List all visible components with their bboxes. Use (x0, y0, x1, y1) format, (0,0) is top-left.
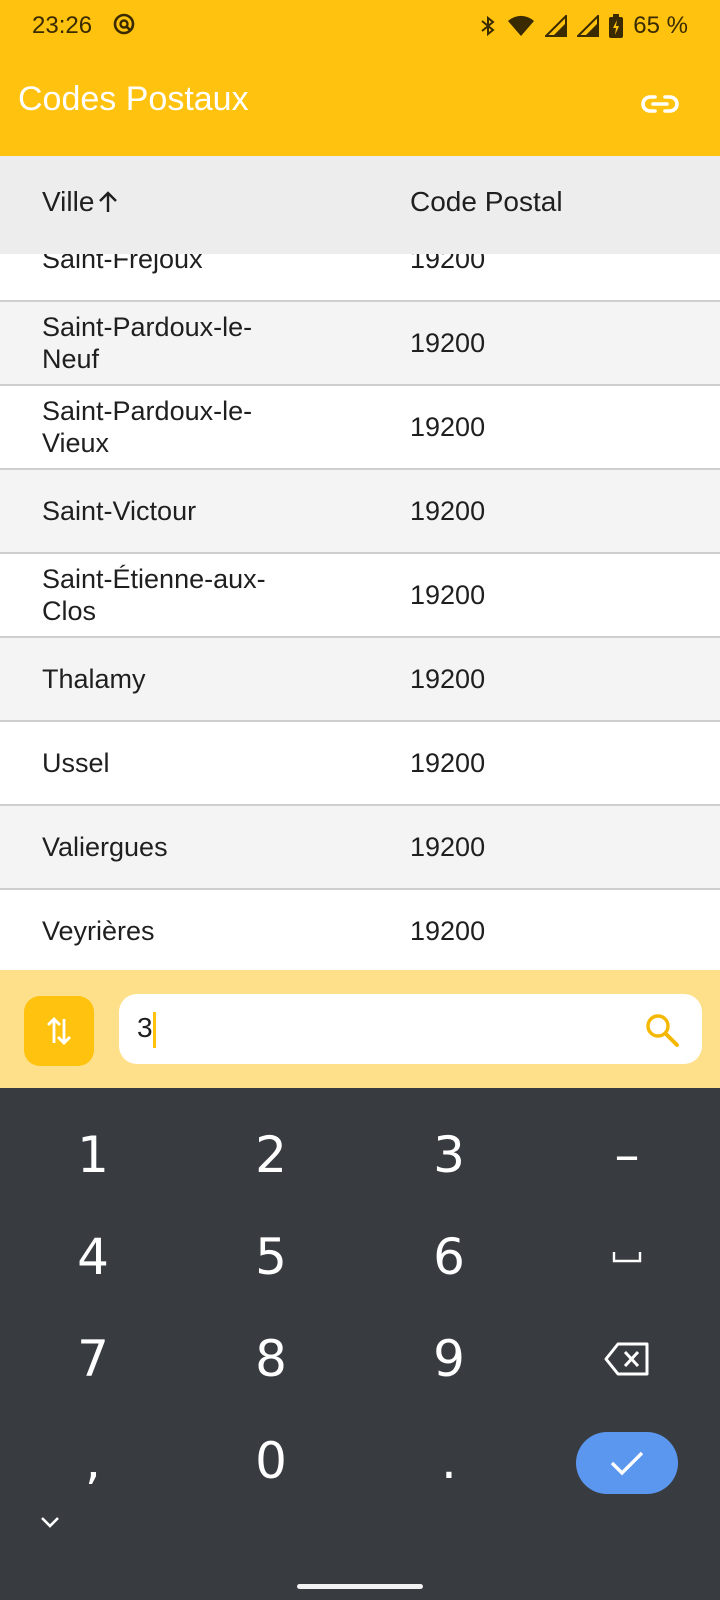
table-row[interactable]: Saint-Pardoux-le-Vieux 19200 (0, 386, 720, 470)
swap-vertical-icon (47, 1017, 71, 1045)
battery-percentage: 65 % (633, 12, 688, 39)
text-cursor (153, 1012, 156, 1048)
code-cell: 19200 (410, 663, 486, 694)
battery-charging-icon (609, 14, 624, 38)
search-input-value: 3 (137, 1012, 153, 1043)
key-7[interactable]: 7 (33, 1314, 153, 1404)
key-space[interactable] (567, 1212, 687, 1302)
code-cell: 19200 (410, 411, 486, 442)
table-row[interactable]: Thalamy 19200 (0, 638, 720, 722)
link-button[interactable] (636, 84, 684, 124)
table-row[interactable]: Ussel 19200 (0, 722, 720, 806)
backspace-icon (604, 1342, 649, 1376)
city-cell: Veyrières (42, 916, 155, 946)
column-header-city-label: Ville (42, 186, 95, 217)
app-bar: 23:26 65 % Codes Postaux (0, 0, 720, 156)
chevron-down-icon[interactable] (36, 1508, 64, 1536)
key-minus[interactable]: – (567, 1110, 687, 1200)
key-9[interactable]: 9 (389, 1314, 509, 1404)
table-row[interactable]: Saint-Victour 19200 (0, 470, 720, 554)
sort-button[interactable] (24, 996, 94, 1066)
key-4[interactable]: 4 (33, 1212, 153, 1302)
table-row[interactable]: Saint-Pardoux-le-Neuf 19200 (0, 302, 720, 386)
city-cell: Ussel (42, 748, 110, 778)
enter-key[interactable] (576, 1432, 678, 1494)
key-8[interactable]: 8 (211, 1314, 331, 1404)
key-2[interactable]: 2 (211, 1110, 331, 1200)
space-icon (612, 1252, 642, 1263)
link-icon (641, 95, 679, 113)
city-cell: Thalamy (42, 664, 146, 694)
table-row[interactable]: Veyrières 19200 (0, 890, 720, 970)
city-cell: Saint-Pardoux-le-Neuf (42, 312, 253, 374)
search-input[interactable]: 3 (119, 994, 702, 1064)
column-header-city[interactable]: Ville (42, 186, 118, 218)
city-cell: Saint-Pardoux-le-Vieux (42, 396, 253, 458)
code-cell: 19200 (410, 831, 486, 862)
key-0[interactable]: 0 (211, 1416, 331, 1506)
key-1[interactable]: 1 (33, 1110, 153, 1200)
key-comma[interactable]: , (33, 1416, 153, 1506)
table-header: Ville Code Postal (0, 156, 720, 254)
bluetooth-icon (481, 15, 495, 37)
status-time: 23:26 (32, 12, 93, 39)
city-cell: Saint-Fréjoux (42, 254, 203, 274)
table-row[interactable]: Valiergues 19200 (0, 806, 720, 890)
code-cell: 19200 (410, 495, 486, 526)
code-cell: 19200 (410, 579, 486, 610)
key-3[interactable]: 3 (389, 1110, 509, 1200)
signal-icon (577, 15, 600, 37)
code-cell: 19200 (410, 327, 486, 358)
numeric-keyboard: 1 2 3 – 4 5 6 7 8 9 , 0 . (0, 1088, 720, 1600)
home-indicator[interactable] (297, 1584, 423, 1589)
app-title: Codes Postaux (18, 80, 249, 118)
code-cell: 19200 (410, 254, 486, 274)
arrow-up-icon (99, 191, 118, 212)
sync-icon (113, 13, 135, 35)
city-cell: Saint-Étienne-aux-Clos (42, 564, 266, 626)
table-row[interactable]: Saint-Fréjoux 19200 (0, 254, 720, 302)
key-backspace[interactable] (567, 1314, 687, 1404)
code-cell: 19200 (410, 915, 486, 946)
key-period[interactable]: . (389, 1416, 509, 1506)
table-body[interactable]: Saint-Fréjoux 19200 Saint-Pardoux-le-Neu… (0, 254, 720, 970)
search-bar: 3 (0, 970, 720, 1088)
search-icon[interactable] (644, 1012, 680, 1048)
wifi-icon (508, 15, 535, 36)
key-5[interactable]: 5 (211, 1212, 331, 1302)
city-cell: Saint-Victour (42, 496, 197, 526)
code-cell: 19200 (410, 747, 486, 778)
table-row[interactable]: Saint-Étienne-aux-Clos 19200 (0, 554, 720, 638)
status-icons: 65 % (479, 12, 688, 40)
status-bar: 23:26 65 % (0, 0, 720, 52)
signal-icon (545, 15, 568, 37)
key-6[interactable]: 6 (389, 1212, 509, 1302)
city-cell: Valiergues (42, 832, 168, 862)
check-icon (610, 1451, 644, 1476)
column-header-code[interactable]: Code Postal (410, 186, 563, 218)
